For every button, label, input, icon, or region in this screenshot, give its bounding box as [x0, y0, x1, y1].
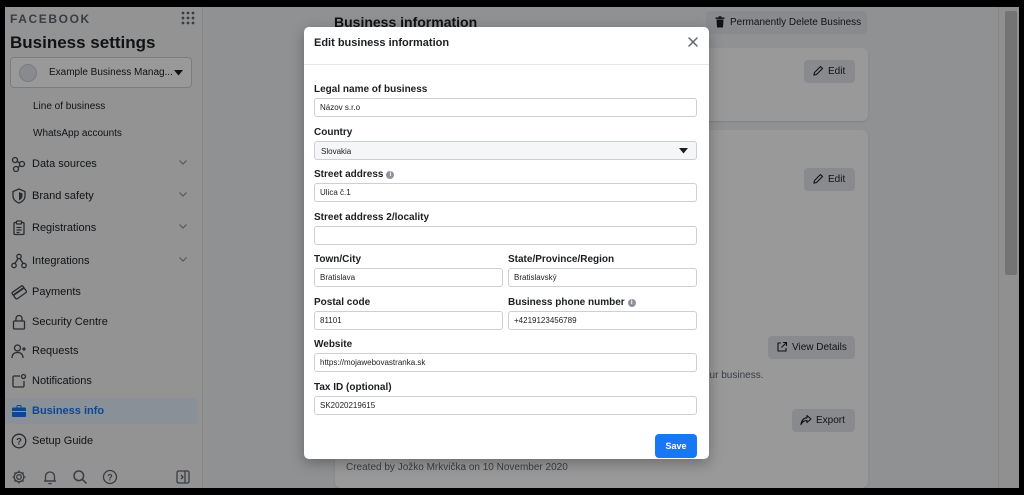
country-select-value: Slovakia — [321, 147, 352, 156]
website-label: Website — [314, 339, 353, 350]
tax-id-input[interactable] — [314, 396, 697, 415]
info-icon[interactable]: i — [627, 299, 636, 307]
postal-code-label: Postal code — [314, 297, 371, 308]
dialog-header: Edit business information — [304, 27, 709, 65]
close-icon[interactable] — [686, 35, 700, 49]
street-address-label-text: Street address — [314, 169, 384, 180]
town-city-input[interactable] — [314, 268, 503, 287]
business-phone-input[interactable] — [508, 311, 697, 330]
legal-name-label: Legal name of business — [314, 84, 428, 95]
state-region-label: State/Province/Region — [508, 254, 615, 265]
street-address-label: Street address i — [314, 169, 395, 180]
window-edge-left — [0, 7, 5, 488]
legal-name-input[interactable] — [314, 98, 697, 117]
edit-business-info-dialog: Edit business information Legal name of … — [304, 27, 709, 459]
postal-code-input[interactable] — [314, 311, 503, 330]
state-region-input[interactable] — [508, 268, 697, 287]
dialog-title: Edit business information — [314, 37, 450, 49]
country-label: Country — [314, 127, 353, 138]
street-address-2-input[interactable] — [314, 226, 697, 245]
caret-down-icon — [679, 148, 688, 154]
street-address-input[interactable] — [314, 183, 697, 202]
business-phone-label-text: Business phone number — [508, 297, 625, 308]
country-select[interactable]: Slovakia — [314, 141, 697, 160]
tax-id-label: Tax ID (optional) — [314, 382, 392, 393]
street-address-2-label: Street address 2/locality — [314, 212, 430, 223]
info-icon[interactable]: i — [386, 171, 395, 179]
window-edge-right — [1019, 7, 1024, 488]
town-city-label: Town/City — [314, 254, 362, 265]
website-input[interactable] — [314, 353, 697, 372]
business-phone-label: Business phone number i — [508, 297, 636, 308]
app-window: FACEBOOK Business settings Example Busin… — [0, 7, 1024, 488]
save-button[interactable]: Save — [655, 434, 697, 458]
